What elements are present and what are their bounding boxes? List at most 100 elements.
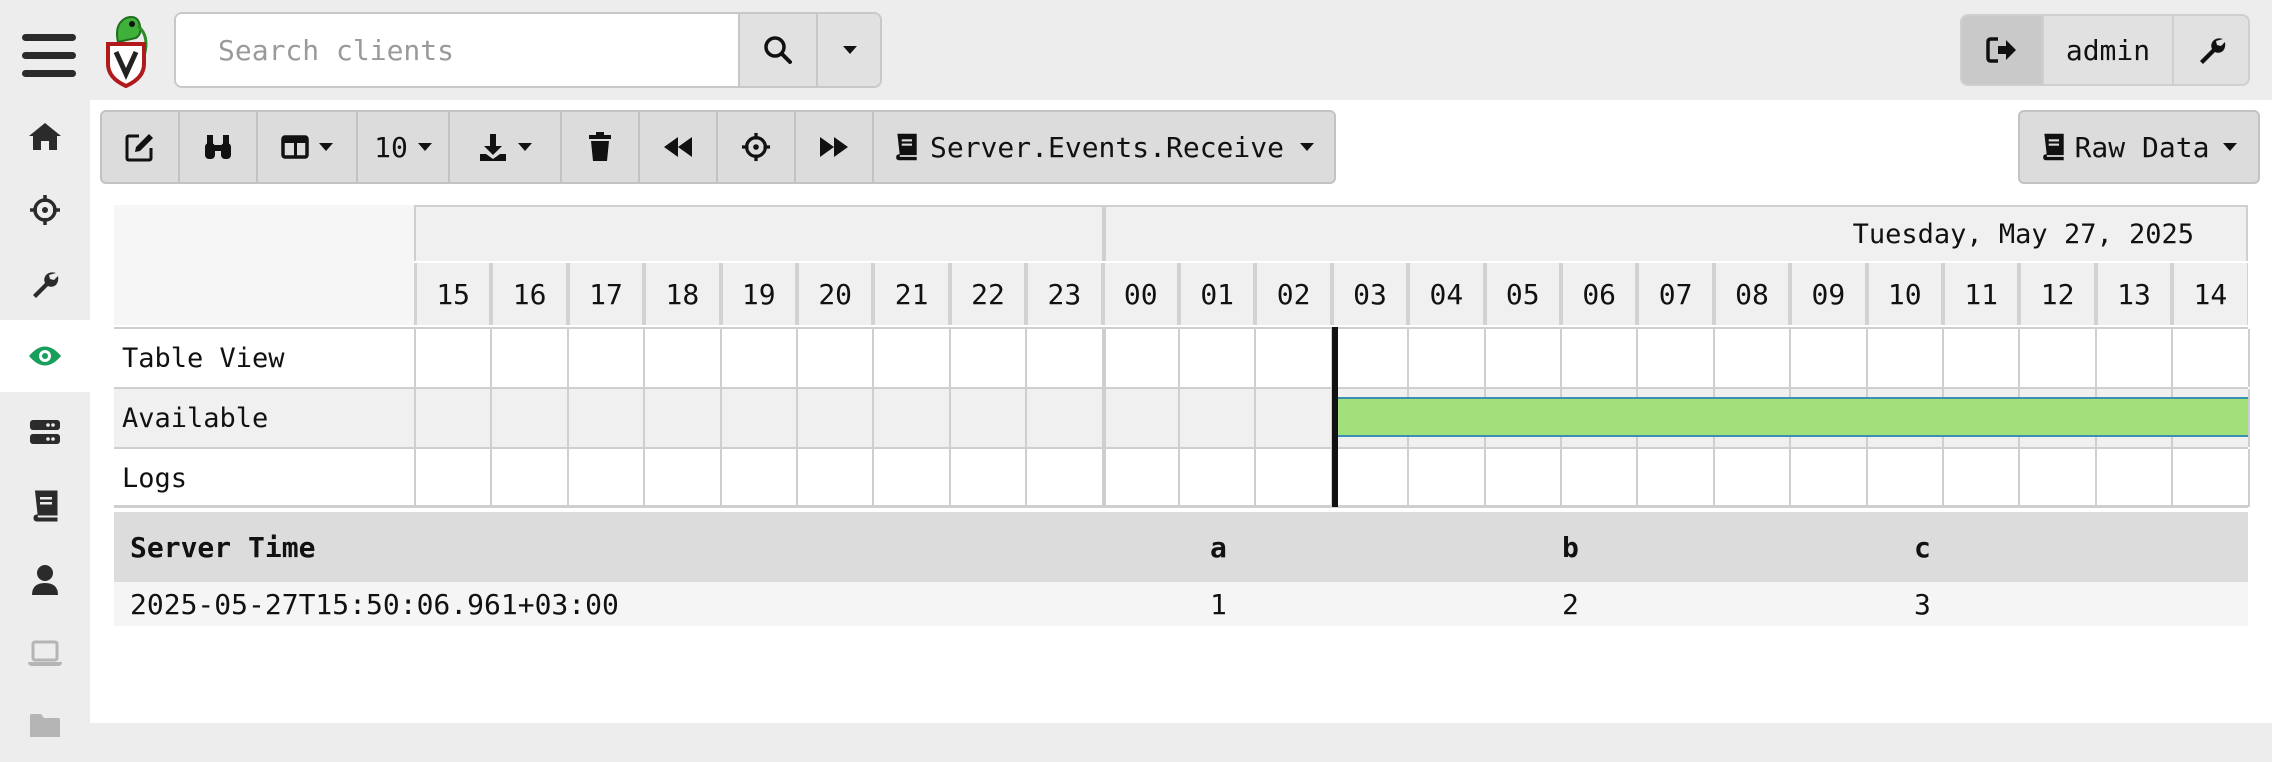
- table-row[interactable]: 2025-05-27T15:50:06.961+03:00 1 2 3: [114, 582, 2248, 626]
- grid-line: [872, 449, 875, 507]
- previous-button[interactable]: [640, 112, 718, 182]
- grid-line: [719, 449, 722, 507]
- timeline-hour-07: 07: [1636, 263, 1713, 325]
- grid-line: [490, 389, 493, 447]
- grid-line: [2247, 449, 2250, 507]
- binoculars-icon: [205, 135, 231, 159]
- timeline-hour-16: 16: [490, 263, 567, 325]
- timeline-row-available[interactable]: Available: [114, 387, 2250, 447]
- edit-button[interactable]: [102, 112, 180, 182]
- caret-down-icon: [1300, 143, 1314, 151]
- column-header-a[interactable]: a: [1210, 512, 1227, 582]
- timeline-hour-13: 13: [2094, 263, 2172, 325]
- eye-icon: [29, 346, 61, 366]
- grid-line: [1865, 449, 1868, 507]
- search-input[interactable]: [176, 14, 738, 86]
- search-dropdown-button[interactable]: [816, 14, 880, 86]
- grid-line: [1789, 449, 1792, 507]
- timeline-hour-20: 20: [796, 263, 873, 325]
- grid-line: [566, 329, 569, 387]
- delete-button[interactable]: [562, 112, 640, 182]
- timeline-hour-14: 14: [2171, 263, 2248, 325]
- columns-button[interactable]: [258, 112, 358, 182]
- next-button[interactable]: [796, 112, 874, 182]
- user-settings-button[interactable]: [2174, 16, 2248, 84]
- search-box: [174, 12, 882, 88]
- timeline-row-table-view[interactable]: Table View: [114, 327, 2250, 387]
- columns-icon: [281, 135, 309, 159]
- timeline-hour-11: 11: [1942, 263, 2019, 325]
- username-button[interactable]: admin: [2042, 16, 2174, 84]
- view-mode-selector[interactable]: Raw Data: [2018, 110, 2260, 184]
- grid-line: [2171, 449, 2174, 507]
- available-range-bar[interactable]: [1333, 397, 2248, 437]
- logout-button[interactable]: [1962, 16, 2042, 84]
- forward-icon: [820, 137, 848, 157]
- timeline-hour-09: 09: [1789, 263, 1866, 325]
- grid-line: [1254, 329, 1257, 387]
- page-size-button[interactable]: 10: [358, 112, 450, 182]
- caret-down-icon: [843, 46, 857, 54]
- timeline-hour-08: 08: [1712, 263, 1790, 325]
- grid-line: [1101, 389, 1106, 447]
- sidebar-item-server-events[interactable]: [0, 320, 90, 392]
- column-header-server-time[interactable]: Server Time: [130, 512, 315, 582]
- timeline-bottom-border: [114, 505, 2248, 508]
- current-time-marker[interactable]: [1332, 327, 1338, 507]
- grid-line: [1789, 329, 1792, 387]
- results-table-header: Server Time a b c: [114, 512, 2248, 582]
- sidebar-item-users[interactable]: [0, 544, 90, 616]
- timeline-hour-00: 00: [1101, 263, 1178, 325]
- column-header-c[interactable]: c: [1914, 512, 1931, 582]
- timeline-hour-21: 21: [872, 263, 949, 325]
- timeline-date: Tuesday, May 27, 2025: [1852, 219, 2194, 250]
- grid-line: [643, 329, 646, 387]
- crosshair-icon: [30, 195, 60, 225]
- download-button[interactable]: [450, 112, 562, 182]
- velociraptor-logo[interactable]: [98, 12, 154, 88]
- home-icon: [29, 123, 61, 150]
- grid-line: [1101, 329, 1106, 387]
- artifact-selector[interactable]: Server.Events.Receive: [874, 112, 1334, 182]
- grid-line: [1025, 329, 1028, 387]
- server-icon: [30, 420, 60, 444]
- sidebar-item-home[interactable]: [0, 100, 90, 172]
- search-events-button[interactable]: [180, 112, 258, 182]
- sidebar-item-server-artifacts[interactable]: [0, 396, 90, 468]
- caret-down-icon: [2223, 143, 2238, 151]
- table-cell: 1: [1210, 587, 1227, 621]
- current-time-button[interactable]: [718, 112, 796, 182]
- sidebar-item-notebooks[interactable]: [0, 470, 90, 542]
- sidebar-item-artifacts[interactable]: [0, 248, 90, 320]
- timeline-corner: [114, 205, 414, 325]
- caret-down-icon: [417, 143, 432, 151]
- book-icon: [896, 133, 917, 161]
- timeline-row-grid: [414, 329, 2250, 387]
- column-header-b[interactable]: b: [1562, 512, 1579, 582]
- download-icon: [480, 134, 506, 161]
- grid-line: [719, 329, 722, 387]
- view-mode-label: Raw Data: [2074, 130, 2210, 164]
- grid-line: [872, 329, 875, 387]
- grid-line: [1025, 449, 1028, 507]
- grid-line: [948, 449, 951, 507]
- table-cell: 3: [1914, 587, 1931, 621]
- search-button[interactable]: [738, 14, 816, 86]
- hamburger-menu-icon[interactable]: [22, 34, 76, 80]
- wrench-icon: [33, 272, 59, 298]
- edit-icon: [125, 134, 153, 162]
- grid-line: [2094, 329, 2097, 387]
- grid-line: [1483, 449, 1486, 507]
- sidebar-item-clients[interactable]: [0, 618, 90, 690]
- timeline-row-logs[interactable]: Logs: [114, 447, 2250, 507]
- grid-line: [1483, 329, 1486, 387]
- sidebar-item-files[interactable]: [0, 690, 90, 762]
- grid-line: [643, 389, 646, 447]
- caret-down-icon: [319, 143, 333, 151]
- grid-line: [643, 449, 646, 507]
- grid-line: [1254, 449, 1257, 507]
- grid-line: [1407, 449, 1410, 507]
- artifact-name: Server.Events.Receive: [929, 130, 1284, 164]
- sidebar-item-hunts[interactable]: [0, 174, 90, 246]
- timeline-hour-19: 19: [719, 263, 796, 325]
